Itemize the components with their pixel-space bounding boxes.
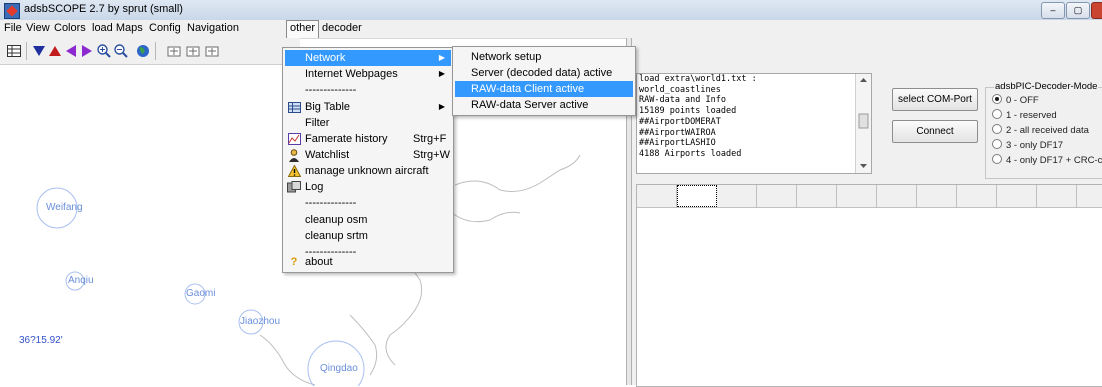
menu-item-big-table[interactable]: Big Table ▶	[285, 99, 451, 115]
person-icon	[287, 148, 301, 162]
submenu-arrow-icon: ▶	[438, 102, 445, 111]
arrow-down-icon[interactable]	[31, 43, 47, 59]
chart-icon	[287, 132, 301, 146]
app-icon	[4, 3, 20, 19]
city-label: Qingdao	[320, 363, 358, 374]
cursor-coordinate: 36?15.92'	[19, 335, 63, 346]
decoder-mode-option-4[interactable]: 4 - only DF17 + CRC-c	[992, 154, 1102, 166]
connect-button[interactable]: Connect	[892, 120, 978, 143]
airplane-icon[interactable]	[166, 43, 182, 59]
airplane-icon[interactable]	[204, 43, 220, 59]
log-icon	[287, 180, 301, 194]
minimize-button[interactable]: –	[1041, 2, 1065, 19]
log-line: RAW-data and Info	[639, 95, 726, 106]
warning-icon	[287, 164, 301, 178]
menu-decoder[interactable]: decoder	[322, 22, 362, 34]
other-menu: Network ▶ Internet Webpages ▶ ----------…	[282, 47, 454, 273]
menu-navigation[interactable]: Navigation	[187, 22, 239, 34]
menu-item-internet-webpages[interactable]: Internet Webpages ▶	[285, 66, 451, 82]
decoder-mode-option-3[interactable]: 3 - only DF17	[992, 139, 1063, 151]
menu-item-raw-data-server-active[interactable]: RAW-data Server active	[455, 97, 633, 113]
menu-item-cleanup-srtm[interactable]: cleanup srtm	[285, 228, 451, 244]
arrow-up-icon[interactable]	[47, 43, 63, 59]
menu-item-log[interactable]: Log	[285, 179, 451, 195]
menu-item-network-setup[interactable]: Network setup	[455, 49, 633, 65]
log-line: ##AirportLASHIO	[639, 138, 716, 149]
right-pane: load extra\world1.txt : world_coastlines…	[632, 38, 1102, 387]
menu-item-framerate-history[interactable]: Famerate history Strg+F	[285, 131, 451, 147]
network-submenu: Network setup Server (decoded data) acti…	[452, 46, 636, 116]
menu-item-cleanup-osm[interactable]: cleanup osm	[285, 212, 451, 228]
radio-icon	[992, 139, 1002, 149]
menu-item-server-decoded-data-active[interactable]: Server (decoded data) active	[455, 65, 633, 81]
menu-bar: File View Colors load Maps Config Naviga…	[0, 20, 1102, 39]
table-header	[637, 185, 1102, 208]
close-button[interactable]	[1091, 2, 1102, 19]
log-box[interactable]: load extra\world1.txt : world_coastlines…	[636, 73, 872, 174]
radio-icon	[992, 94, 1002, 104]
arrow-left-icon[interactable]	[63, 43, 79, 59]
toolbar	[0, 38, 300, 64]
table-icon	[287, 100, 301, 114]
menu-item-network[interactable]: Network ▶	[285, 50, 451, 66]
log-line: 15189 points loaded	[639, 106, 737, 117]
menu-other[interactable]: other	[286, 20, 320, 38]
submenu-arrow-icon: ▶	[438, 69, 445, 78]
window-title: adsbSCOPE 2.7 by sprut (small)	[24, 3, 183, 15]
airplane-icon[interactable]	[185, 43, 201, 59]
city-label: Weifang	[46, 202, 83, 213]
table-icon[interactable]	[6, 43, 22, 59]
decoder-mode-option-2[interactable]: 2 - all received data	[992, 124, 1089, 136]
menu-load-maps[interactable]: load Maps	[92, 22, 143, 34]
select-com-port-button[interactable]: select COM-Port	[892, 88, 978, 111]
menu-view[interactable]: View	[26, 22, 50, 34]
decoder-mode-option-0[interactable]: 0 - OFF	[992, 94, 1039, 106]
city-label: Anqiu	[68, 275, 94, 286]
log-line: world_coastlines	[639, 84, 721, 95]
arrow-right-icon[interactable]	[79, 43, 95, 59]
radio-icon	[992, 154, 1002, 164]
menu-config[interactable]: Config	[149, 22, 181, 34]
title-bar: adsbSCOPE 2.7 by sprut (small) – ▢	[0, 0, 1102, 20]
zoom-in-icon[interactable]	[96, 43, 112, 59]
menu-separator: --------------	[305, 197, 357, 209]
menu-item-filter[interactable]: Filter	[285, 115, 451, 131]
menu-item-manage-unknown-aircraft[interactable]: manage unknown aircraft	[285, 163, 451, 179]
log-line: 4188 Airports loaded	[639, 148, 742, 159]
radio-icon	[992, 124, 1002, 134]
submenu-arrow-icon: ▶	[438, 53, 445, 62]
log-scrollbar[interactable]	[855, 74, 871, 173]
menu-item-watchlist[interactable]: Watchlist Strg+W	[285, 147, 451, 163]
zoom-out-icon[interactable]	[113, 43, 129, 59]
maximize-button[interactable]: ▢	[1066, 2, 1090, 19]
menu-item-about[interactable]: ? about	[285, 254, 451, 270]
decoder-mode-title: adsbPIC-Decoder-Mode	[994, 81, 1099, 92]
city-label: Jiaozhou	[240, 316, 281, 327]
city-label: Gaomi	[186, 288, 216, 299]
log-line: ##AirportWAIROA	[639, 127, 716, 138]
menu-colors[interactable]: Colors	[54, 22, 86, 34]
globe-icon[interactable]	[135, 43, 151, 59]
log-line: load extra\world1.txt :	[639, 74, 757, 84]
radio-icon	[992, 109, 1002, 119]
decoder-mode-option-1[interactable]: 1 - reserved	[992, 109, 1057, 121]
question-icon: ?	[290, 256, 298, 268]
table-selected-cell[interactable]	[677, 185, 717, 207]
menu-item-raw-data-client-active[interactable]: RAW-data Client active	[455, 81, 633, 97]
menu-separator: --------------	[305, 84, 357, 96]
menu-file[interactable]: File	[4, 22, 22, 34]
log-line: ##AirportDOMERAT	[639, 116, 721, 127]
aircraft-table[interactable]	[636, 184, 1102, 387]
decoder-mode-group: adsbPIC-Decoder-Mode 0 - OFF 1 - reserve…	[985, 81, 1102, 179]
